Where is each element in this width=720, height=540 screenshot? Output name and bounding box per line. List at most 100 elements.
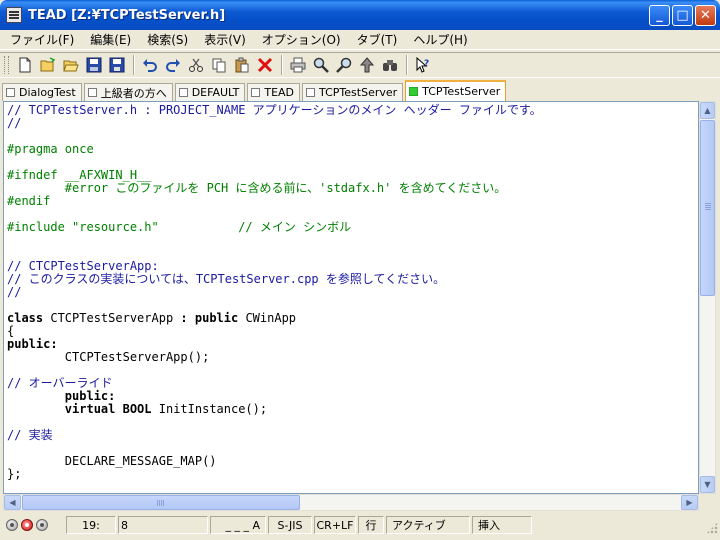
find-icon[interactable] bbox=[310, 54, 332, 76]
code-token: public: bbox=[7, 337, 58, 351]
code-token: // 実装 bbox=[7, 428, 53, 442]
code-line[interactable]: CTCPTestServerApp(); bbox=[7, 351, 698, 364]
window-controls: _ □ ✕ bbox=[649, 5, 716, 26]
code-line[interactable]: { bbox=[7, 325, 698, 338]
svg-text:?: ? bbox=[424, 59, 429, 69]
document-tab-bar: DialogTest 上級者の方へ DEFAULT TEAD TCPTestSe… bbox=[0, 79, 720, 101]
horizontal-scrollbar[interactable]: ◀ ▶ bbox=[3, 494, 699, 511]
tab-advanced-users[interactable]: 上級者の方へ bbox=[83, 83, 173, 101]
code-line[interactable]: // bbox=[7, 286, 698, 299]
minimize-button[interactable]: _ bbox=[649, 5, 670, 26]
horizontal-scroll-thumb[interactable] bbox=[22, 495, 300, 510]
code-token: // bbox=[7, 116, 22, 130]
scroll-right-button[interactable]: ▶ bbox=[681, 495, 698, 510]
help-cursor-icon[interactable]: ? bbox=[412, 54, 434, 76]
tab-tcptestserver-h[interactable]: TCPTestServer bbox=[405, 80, 507, 101]
vertical-scroll-thumb[interactable] bbox=[700, 120, 715, 296]
toolbar-separator bbox=[133, 55, 135, 75]
open-folder-icon[interactable] bbox=[60, 54, 82, 76]
menu-options[interactable]: オプション(O) bbox=[256, 31, 347, 49]
code-token: CTCPTestServerApp(); bbox=[7, 350, 210, 364]
code-line[interactable]: class CTCPTestServerApp : public CWinApp bbox=[7, 312, 698, 325]
code-token: public bbox=[194, 311, 239, 325]
tab-dialogtest[interactable]: DialogTest bbox=[2, 83, 82, 101]
line-ending[interactable]: CR+LF bbox=[314, 516, 356, 534]
maximize-button[interactable]: □ bbox=[672, 5, 693, 26]
code-line[interactable]: }; bbox=[7, 468, 698, 481]
code-line[interactable] bbox=[7, 130, 698, 143]
tab-label: DialogTest bbox=[19, 86, 76, 99]
code-token: virtual bbox=[7, 402, 116, 416]
mode-indicator: _ _ _ A bbox=[210, 516, 266, 534]
scroll-left-button[interactable]: ◀ bbox=[4, 495, 21, 510]
code-line[interactable]: // TCPTestServer.h : PROJECT_NAME アプリケーシ… bbox=[7, 104, 698, 117]
code-line[interactable] bbox=[7, 416, 698, 429]
app-icon[interactable] bbox=[6, 7, 22, 23]
line-unit: 行 bbox=[358, 516, 384, 534]
tab-checkbox[interactable] bbox=[178, 88, 188, 97]
find-next-icon[interactable] bbox=[333, 54, 355, 76]
active-state: アクティブ bbox=[386, 516, 470, 534]
new-icon[interactable] bbox=[14, 54, 36, 76]
title-bar[interactable]: TEAD [Z:¥TCPTestServer.h] _ □ ✕ bbox=[0, 0, 720, 30]
menu-search[interactable]: 検索(S) bbox=[141, 31, 194, 49]
jump-icon[interactable] bbox=[356, 54, 378, 76]
code-line[interactable]: #include "resource.h" // メイン シンボル bbox=[7, 221, 698, 234]
code-token: #endif bbox=[7, 194, 51, 208]
tab-checkbox[interactable] bbox=[6, 88, 15, 97]
window-title: TEAD [Z:¥TCPTestServer.h] bbox=[28, 7, 226, 23]
code-line[interactable]: #endif bbox=[7, 195, 698, 208]
cursor-column: 8 bbox=[118, 516, 208, 534]
resize-grip-icon[interactable] bbox=[706, 522, 718, 534]
copy-icon[interactable] bbox=[208, 54, 230, 76]
save-all-icon[interactable] bbox=[106, 54, 128, 76]
menu-bar: ファイル(F) 編集(E) 検索(S) 表示(V) オプション(O) タブ(T)… bbox=[0, 30, 720, 50]
vertical-scrollbar[interactable]: ▲ ▼ bbox=[699, 101, 716, 494]
code-line[interactable]: DECLARE_MESSAGE_MAP() bbox=[7, 455, 698, 468]
code-line[interactable]: #error このファイルを PCH に含める前に、'stdafx.h' を含め… bbox=[7, 182, 698, 195]
paste-icon[interactable] bbox=[231, 54, 253, 76]
binoculars-icon[interactable] bbox=[379, 54, 401, 76]
print-icon[interactable] bbox=[287, 54, 309, 76]
toolbar-separator bbox=[281, 55, 283, 75]
code-token: // このクラスの実装については、TCPTestServer.cpp を参照して… bbox=[7, 272, 446, 286]
status-light-icon bbox=[6, 519, 18, 531]
status-bar: 19: 8 _ _ _ A S-JIS CR+LF 行 アクティブ 挿入 bbox=[0, 514, 720, 536]
code-line[interactable]: // bbox=[7, 117, 698, 130]
undo-icon[interactable] bbox=[139, 54, 161, 76]
tab-default[interactable]: DEFAULT bbox=[174, 83, 246, 101]
toolbar: ? bbox=[0, 52, 720, 78]
tab-tcptestserver-cpp[interactable]: TCPTestServer bbox=[302, 83, 404, 101]
code-token: public: bbox=[7, 389, 116, 403]
delete-icon[interactable] bbox=[254, 54, 276, 76]
tab-checkbox[interactable] bbox=[87, 88, 97, 97]
close-button[interactable]: ✕ bbox=[695, 5, 716, 26]
save-icon[interactable] bbox=[83, 54, 105, 76]
tab-label: DEFAULT bbox=[191, 86, 240, 99]
menu-view[interactable]: 表示(V) bbox=[198, 31, 252, 49]
code-token: #include "resource.h" bbox=[7, 220, 239, 234]
code-text[interactable]: // TCPTestServer.h : PROJECT_NAME アプリケーシ… bbox=[4, 102, 698, 481]
scroll-up-button[interactable]: ▲ bbox=[700, 102, 715, 119]
redo-icon[interactable] bbox=[162, 54, 184, 76]
tab-checkbox[interactable] bbox=[306, 88, 316, 97]
code-line[interactable]: // このクラスの実装については、TCPTestServer.cpp を参照して… bbox=[7, 273, 698, 286]
cut-icon[interactable] bbox=[185, 54, 207, 76]
menu-tab[interactable]: タブ(T) bbox=[351, 31, 404, 49]
insert-mode[interactable]: 挿入 bbox=[472, 516, 532, 534]
code-line[interactable] bbox=[7, 234, 698, 247]
code-line[interactable]: #pragma once bbox=[7, 143, 698, 156]
open-icon[interactable] bbox=[37, 54, 59, 76]
scroll-down-button[interactable]: ▼ bbox=[700, 476, 715, 493]
tab-checkbox[interactable] bbox=[251, 88, 261, 97]
code-line[interactable]: // 実装 bbox=[7, 429, 698, 442]
code-line[interactable]: virtual BOOL InitInstance(); bbox=[7, 403, 698, 416]
menu-help[interactable]: ヘルプ(H) bbox=[407, 31, 473, 49]
encoding[interactable]: S-JIS bbox=[268, 516, 312, 534]
code-editor[interactable]: // TCPTestServer.h : PROJECT_NAME アプリケーシ… bbox=[3, 101, 699, 494]
tab-active-indicator[interactable] bbox=[409, 87, 419, 96]
status-light-icon bbox=[36, 519, 48, 531]
menu-edit[interactable]: 編集(E) bbox=[84, 31, 137, 49]
tab-tead[interactable]: TEAD bbox=[247, 83, 301, 101]
menu-file[interactable]: ファイル(F) bbox=[4, 31, 80, 49]
